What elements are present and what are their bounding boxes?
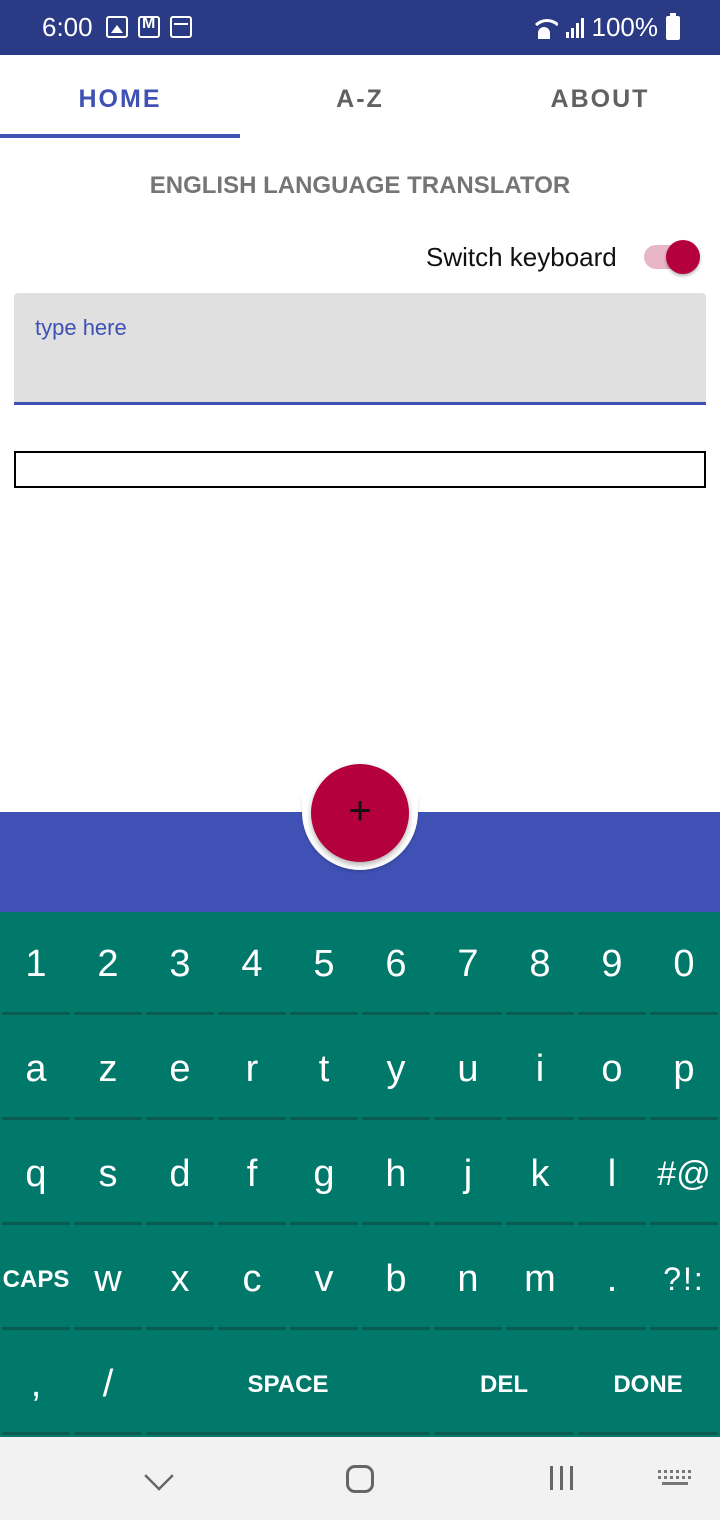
key-del[interactable]: DEL — [434, 1332, 574, 1435]
key-1[interactable]: 1 — [2, 912, 70, 1015]
key-m[interactable]: m — [506, 1227, 574, 1330]
key-g[interactable]: g — [290, 1122, 358, 1225]
key-t[interactable]: t — [290, 1017, 358, 1120]
switch-thumb — [666, 240, 700, 274]
page-title: ENGLISH LANGUAGE TRANSLATOR — [149, 172, 571, 199]
status-time: 6:00 — [42, 12, 93, 42]
key-7[interactable]: 7 — [434, 912, 502, 1015]
key-comma[interactable]: , — [2, 1332, 70, 1435]
switch-keyboard-toggle[interactable] — [642, 240, 702, 274]
key-o[interactable]: o — [578, 1017, 646, 1120]
key-q[interactable]: q — [2, 1122, 70, 1225]
key-hash-at[interactable]: #@ — [650, 1122, 718, 1225]
key-slash[interactable]: / — [74, 1332, 142, 1435]
key-j[interactable]: j — [434, 1122, 502, 1225]
key-w[interactable]: w — [74, 1227, 142, 1330]
gallery-icon — [106, 16, 128, 38]
recent-apps-icon[interactable] — [550, 1466, 573, 1490]
key-punctuation[interactable]: ?!: — [650, 1227, 718, 1330]
translation-output — [14, 451, 706, 488]
key-9[interactable]: 9 — [578, 912, 646, 1015]
key-p[interactable]: p — [650, 1017, 718, 1120]
key-x[interactable]: x — [146, 1227, 214, 1330]
key-u[interactable]: u — [434, 1017, 502, 1120]
add-fab-button[interactable]: + — [311, 764, 409, 862]
key-8[interactable]: 8 — [506, 912, 574, 1015]
key-s[interactable]: s — [74, 1122, 142, 1225]
key-caps[interactable]: CAPS — [2, 1227, 70, 1330]
key-d[interactable]: d — [146, 1122, 214, 1225]
battery-icon — [666, 12, 680, 40]
key-z[interactable]: z — [74, 1017, 142, 1120]
key-i[interactable]: i — [506, 1017, 574, 1120]
signal-icon — [565, 17, 584, 38]
key-b[interactable]: b — [362, 1227, 430, 1330]
tab-bar: HOME A-Z ABOUT — [0, 55, 720, 139]
input-placeholder: type here — [35, 315, 127, 340]
back-chevron-icon[interactable] — [144, 1461, 174, 1491]
key-v[interactable]: v — [290, 1227, 358, 1330]
calendar-icon — [170, 16, 192, 38]
key-5[interactable]: 5 — [290, 912, 358, 1015]
tab-about[interactable]: ABOUT — [480, 55, 720, 139]
battery-percent: 100% — [591, 12, 659, 42]
keyboard-row-4: CAPS w x c v b n m . ?!: — [0, 1227, 720, 1332]
key-n[interactable]: n — [434, 1227, 502, 1330]
key-y[interactable]: y — [362, 1017, 430, 1120]
key-l[interactable]: l — [578, 1122, 646, 1225]
translate-input[interactable]: type here — [14, 293, 706, 405]
key-space[interactable]: SPACE — [146, 1332, 430, 1435]
key-6[interactable]: 6 — [362, 912, 430, 1015]
key-a[interactable]: a — [2, 1017, 70, 1120]
keyboard-row-numbers: 1 2 3 4 5 6 7 8 9 0 — [0, 912, 720, 1017]
key-4[interactable]: 4 — [218, 912, 286, 1015]
key-e[interactable]: e — [146, 1017, 214, 1120]
system-nav-bar — [0, 1437, 720, 1520]
tab-indicator — [0, 134, 240, 138]
notification-icons — [106, 15, 192, 38]
key-r[interactable]: r — [218, 1017, 286, 1120]
key-0[interactable]: 0 — [650, 912, 718, 1015]
keyboard-row-3: q s d f g h j k l #@ — [0, 1122, 720, 1227]
key-c[interactable]: c — [218, 1227, 286, 1330]
key-3[interactable]: 3 — [146, 912, 214, 1015]
key-h[interactable]: h — [362, 1122, 430, 1225]
tab-a-z[interactable]: A-Z — [240, 55, 480, 139]
keyboard-row-2: a z e r t y u i o p — [0, 1017, 720, 1122]
switch-keyboard-label: Switch keyboard — [426, 242, 617, 272]
key-k[interactable]: k — [506, 1122, 574, 1225]
key-f[interactable]: f — [218, 1122, 286, 1225]
key-period[interactable]: . — [578, 1227, 646, 1330]
gmail-icon — [138, 15, 160, 38]
home-icon[interactable] — [346, 1465, 374, 1493]
key-2[interactable]: 2 — [74, 912, 142, 1015]
custom-keyboard: 1 2 3 4 5 6 7 8 9 0 a z e r t y u i o p … — [0, 912, 720, 1437]
key-done[interactable]: DONE — [578, 1332, 718, 1435]
wifi-icon — [529, 17, 558, 39]
tab-home[interactable]: HOME — [0, 55, 240, 139]
system-icons: 100% — [529, 12, 680, 43]
keyboard-row-5: , / SPACE DEL DONE — [0, 1332, 720, 1437]
status-bar: 6:00 100% — [0, 0, 720, 55]
keyboard-icon[interactable] — [658, 1470, 692, 1488]
